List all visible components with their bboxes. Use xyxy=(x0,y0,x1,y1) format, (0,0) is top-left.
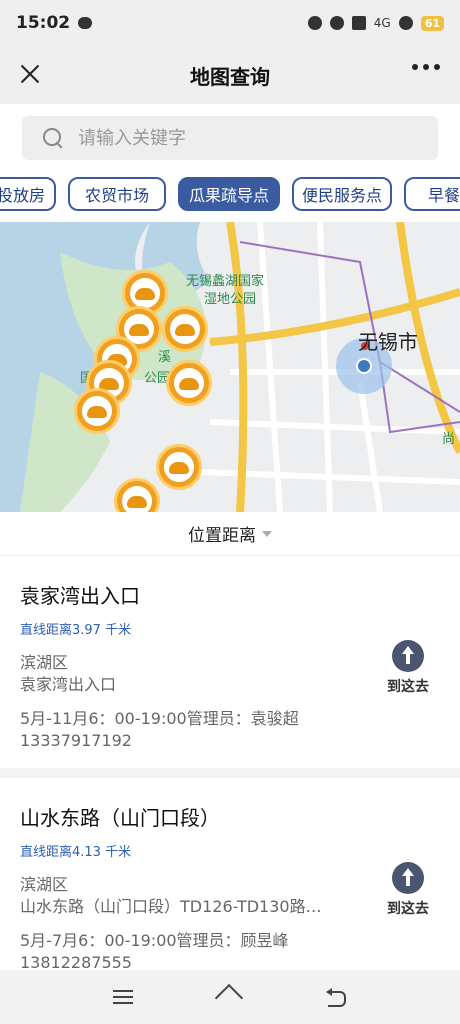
list-item[interactable]: 山水东路（山门口段） 直线距离4.13 千米 滨湖区 山水东路（山门口段）TD1… xyxy=(0,778,460,970)
item-name: 山水东路（山门口段） xyxy=(20,806,220,830)
network-label: 4G xyxy=(373,16,391,30)
result-list: 袁家湾出入口 直线距离3.97 千米 滨湖区 袁家湾出入口 5月-11月6：00… xyxy=(0,556,460,970)
item-phone[interactable]: 13812287555 xyxy=(20,952,370,970)
menu-icon[interactable] xyxy=(108,982,138,1012)
fruit-point-pin[interactable] xyxy=(74,388,120,434)
navigate-arrow-icon xyxy=(392,862,424,894)
battery-icon: 61 xyxy=(420,15,444,31)
status-icons: 4G 61 xyxy=(307,15,444,31)
item-district: 滨湖区 xyxy=(20,875,69,894)
park-label-line2: 湿地公园 xyxy=(204,292,257,307)
hd-icon xyxy=(351,16,366,30)
navigate-label: 到这去 xyxy=(387,901,429,917)
more-options-icon[interactable] xyxy=(412,64,440,70)
item-distance: 直线距离3.97 千米 xyxy=(20,623,132,638)
system-nav-bar xyxy=(0,970,460,1024)
fruit-point-pin[interactable] xyxy=(156,444,202,490)
search-box[interactable] xyxy=(22,116,438,160)
item-name: 袁家湾出入口 xyxy=(20,584,140,608)
poi-label-partial-1: 溪 xyxy=(158,350,172,365)
page-title: 地图查询 xyxy=(190,64,270,89)
item-district: 滨湖区 xyxy=(20,653,69,672)
item-address: 山水东路（山门口段）TD126-TD130路… xyxy=(20,897,322,916)
item-hours: 5月-7月6：00-19:00管理员：顾昱峰 xyxy=(20,931,289,950)
alarm-icon xyxy=(307,16,322,30)
navigate-button[interactable]: 到这去 xyxy=(380,640,436,696)
fruit-point-pin[interactable] xyxy=(166,360,212,406)
category-tabs: 投放房 农贸市场 瓜果疏导点 便民服务点 早餐 xyxy=(0,170,460,222)
item-address: 袁家湾出入口 xyxy=(20,675,117,694)
park-label-line1: 无锡蠡湖国家 xyxy=(186,274,265,289)
item-phone[interactable]: 13337917192 xyxy=(20,730,370,752)
chevron-down-icon xyxy=(262,530,272,537)
item-distance: 直线距离4.13 千米 xyxy=(20,845,132,860)
item-hours: 5月-11月6：00-19:00管理员：袁骏超 xyxy=(20,709,299,728)
status-time: 15:02 xyxy=(16,13,71,33)
chip-convenience-point[interactable]: 便民服务点 xyxy=(292,177,392,211)
list-item[interactable]: 袁家湾出入口 直线距离3.97 千米 滨湖区 袁家湾出入口 5月-11月6：00… xyxy=(0,556,460,778)
wifi-icon xyxy=(398,16,413,30)
close-icon[interactable] xyxy=(16,60,44,88)
navigate-arrow-icon xyxy=(392,640,424,672)
status-bar: 15:02 4G 61 xyxy=(0,0,460,46)
message-icon xyxy=(78,17,93,29)
map-view[interactable]: 无锡蠡湖国家 湿地公园 溪 国 公园 尚 无锡市 xyxy=(0,222,460,512)
sort-dropdown[interactable]: 位置距离 xyxy=(0,512,460,556)
sort-label: 位置距离 xyxy=(188,526,256,546)
home-icon[interactable] xyxy=(215,982,245,1012)
search-area xyxy=(0,104,460,170)
location-icon xyxy=(329,16,344,30)
navigate-button[interactable]: 到这去 xyxy=(380,862,436,918)
chip-breakfast[interactable]: 早餐 xyxy=(404,177,460,211)
fruit-point-pin[interactable] xyxy=(162,306,208,352)
poi-label-partial-right: 尚 xyxy=(442,432,456,447)
chip-farmers-market[interactable]: 农贸市场 xyxy=(68,177,166,211)
chip-fruit-point[interactable]: 瓜果疏导点 xyxy=(178,177,280,211)
search-icon xyxy=(42,127,64,149)
chip-drop-off-room[interactable]: 投放房 xyxy=(0,177,56,211)
search-input[interactable] xyxy=(78,127,418,149)
map-canvas xyxy=(0,222,460,512)
navigate-label: 到这去 xyxy=(387,679,429,695)
back-icon[interactable] xyxy=(322,982,352,1012)
title-bar: 地图查询 xyxy=(0,46,460,104)
city-label: 无锡市 xyxy=(358,330,418,354)
